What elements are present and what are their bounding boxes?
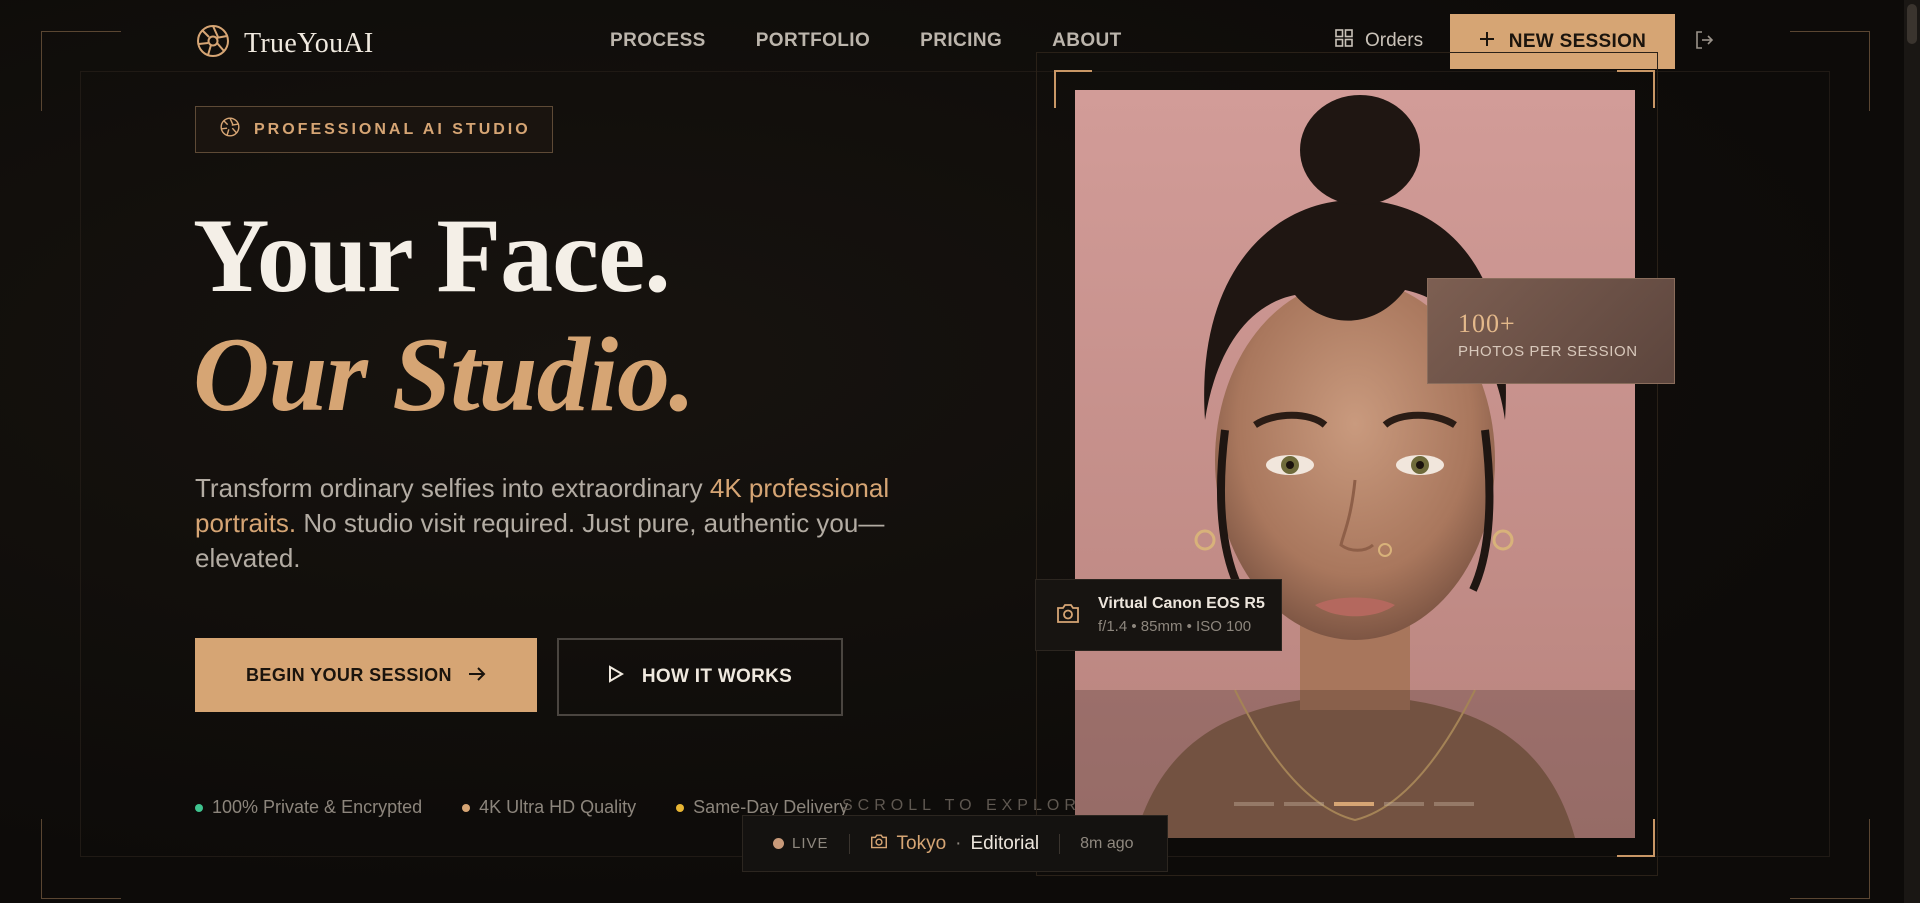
divider <box>848 833 850 854</box>
stat-label: PHOTOS PER SESSION <box>1458 343 1638 360</box>
main-nav: PROCESS PORTFOLIO PRICING ABOUT <box>610 30 1122 52</box>
logout-icon[interactable] <box>1694 30 1714 55</box>
live-status: LIVE <box>773 835 829 852</box>
photo-corner-top-right <box>1617 70 1655 108</box>
stat-value: 100+ <box>1458 309 1516 338</box>
live-separator: · <box>955 832 962 854</box>
grid-icon <box>1335 29 1353 53</box>
carousel-dot[interactable] <box>1384 802 1424 806</box>
carousel-dot[interactable] <box>1434 802 1474 806</box>
carousel-dot[interactable] <box>1234 802 1274 806</box>
live-feed-bar: LIVE Tokyo · Editorial 8m ago <box>742 815 1168 872</box>
photo-corner-bottom-right <box>1617 819 1655 857</box>
orders-link[interactable]: Orders <box>1335 29 1423 53</box>
carousel-dot-active[interactable] <box>1334 802 1374 806</box>
hero-lead: Transform ordinary selfies into extraord… <box>195 471 935 576</box>
orders-label: Orders <box>1365 30 1424 51</box>
arrow-right-icon <box>468 665 486 686</box>
live-dot <box>773 838 784 849</box>
status-dot <box>195 803 203 812</box>
feature-label: 4K Ultra HD Quality <box>479 797 637 817</box>
nav-link-portfolio[interactable]: PORTFOLIO <box>756 30 870 52</box>
aperture-icon <box>196 24 230 63</box>
lead-text-end: No studio visit required. Just pure, aut… <box>195 508 885 573</box>
live-category: Editorial <box>970 832 1040 854</box>
live-location: Tokyo · Editorial <box>870 832 1040 855</box>
camera-specs: f/1.4 • 85mm • ISO 100 <box>1098 618 1252 635</box>
photos-stat-card: 100+ PHOTOS PER SESSION <box>1427 278 1675 384</box>
scrollbar-thumb[interactable] <box>1907 4 1917 44</box>
headline-line-2: Our Studio. <box>193 316 696 433</box>
camera-title: Virtual Canon EOS R5 <box>1098 595 1265 612</box>
nav-link-pricing[interactable]: PRICING <box>920 30 1002 52</box>
camera-icon <box>870 833 888 855</box>
live-city: Tokyo <box>896 832 947 854</box>
nav-link-about[interactable]: ABOUT <box>1052 30 1122 52</box>
new-session-label: NEW SESSION <box>1508 30 1647 52</box>
portrait-illustration <box>1075 90 1635 838</box>
divider <box>1059 833 1061 854</box>
brand-name: TrueYouAI <box>244 27 374 59</box>
how-it-works-button[interactable]: HOW IT WORKS <box>557 638 843 716</box>
feature-item: 100% Private & Encrypted <box>195 797 422 818</box>
brand-logo[interactable]: TrueYouAI <box>196 24 374 63</box>
plus-icon <box>1479 31 1495 53</box>
live-label: LIVE <box>792 835 829 852</box>
status-dot <box>462 803 471 812</box>
badge-label: PROFESSIONAL AI STUDIO <box>254 120 531 138</box>
portrait-image <box>1075 90 1635 838</box>
headline-line-1: Your Face. <box>193 197 671 314</box>
begin-session-label: BEGIN YOUR SESSION <box>246 664 452 685</box>
aperture-icon <box>220 117 240 142</box>
lead-text-start: Transform ordinary selfies into extraord… <box>195 473 710 503</box>
carousel-dot[interactable] <box>1284 802 1324 806</box>
camera-text: Virtual Canon EOS R5 f/1.4 • 85mm • ISO … <box>1098 595 1265 635</box>
begin-session-button[interactable]: BEGIN YOUR SESSION <box>195 638 537 712</box>
how-it-works-label: HOW IT WORKS <box>641 666 793 687</box>
camera-icon <box>1056 602 1080 629</box>
camera-info-card: Virtual Canon EOS R5 f/1.4 • 85mm • ISO … <box>1035 579 1282 651</box>
live-time-ago: 8m ago <box>1080 834 1134 852</box>
studio-badge: PROFESSIONAL AI STUDIO <box>195 106 553 153</box>
feature-item: 4K Ultra HD Quality <box>462 797 636 818</box>
photo-corner-top-left <box>1054 70 1092 108</box>
page-scrollbar[interactable] <box>1904 0 1920 903</box>
play-icon <box>608 665 624 689</box>
status-dot <box>676 803 685 812</box>
nav-link-process[interactable]: PROCESS <box>610 30 706 52</box>
carousel-indicators <box>1234 802 1474 806</box>
feature-label: 100% Private & Encrypted <box>212 797 423 817</box>
